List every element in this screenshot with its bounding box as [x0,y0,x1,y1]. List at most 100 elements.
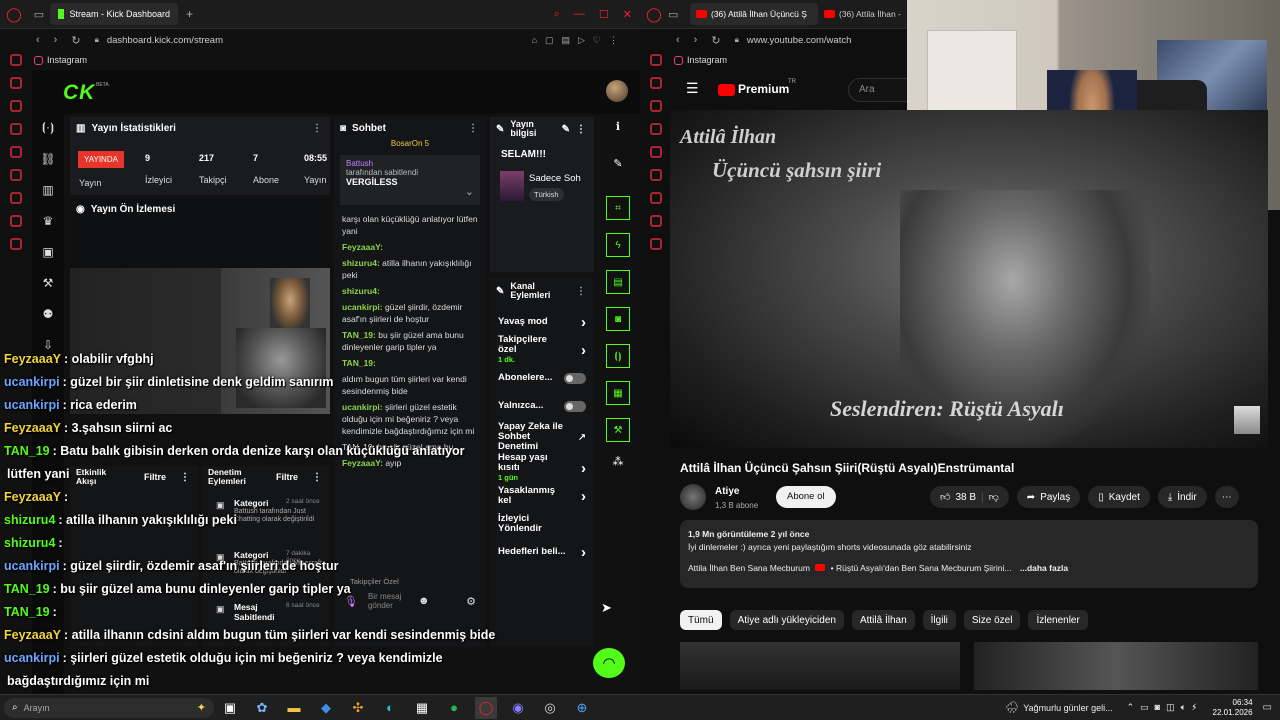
channel-action-item[interactable]: Yalnızca... [490,392,594,420]
users-icon[interactable]: ⚉ [43,307,54,321]
show-more-link[interactable]: ...daha fazla [1020,563,1068,573]
avatar[interactable] [606,80,628,102]
ai-icon[interactable] [650,54,662,66]
clip-button[interactable]: ▦ [606,381,630,405]
channel-action-item[interactable]: Hedefleri beli... › [490,538,594,566]
instagram-bookmark[interactable]: Instagram [687,55,727,65]
settings-icon[interactable] [650,238,662,250]
chat-username[interactable]: shizuru4: [342,258,380,268]
pinned-message[interactable]: Battush tarafından sabitlendi VERGİLESS … [340,155,480,205]
stream-icon[interactable]: ⦗·⦘ [42,120,54,135]
forward-icon[interactable]: › [694,34,698,46]
reload-icon[interactable]: ↻ [71,34,80,47]
ai-icon[interactable] [10,77,22,89]
m-icon[interactable] [10,123,22,135]
description-link[interactable]: Attila İlhan Ben Sana Mecburum [688,563,810,573]
tab-youtube-2[interactable]: (36) Attila İlhan - [818,3,908,25]
stats-menu-icon[interactable]: ⋮ [312,123,322,134]
minimize-button[interactable]: — [574,8,585,20]
search-tabs-icon[interactable]: ⌕ [554,8,560,21]
link-icon[interactable]: ⛓︎ [40,152,55,166]
app-store-icon[interactable]: ▦ [411,697,433,719]
video-icon[interactable]: ▣ [42,245,53,259]
bolt-button[interactable]: ϟ [606,233,630,257]
back-icon[interactable]: ‹ [676,34,680,46]
channel-action-item[interactable]: Hesap yaşı kısıtı 1 gün › [490,453,594,483]
category-name[interactable]: Sadece Soh [529,173,581,184]
spotify-icon[interactable]: ● [443,697,465,719]
obs-icon[interactable]: ◎ [539,697,561,719]
edit-icon[interactable]: ✎ [562,124,570,135]
tab-kick-dashboard[interactable]: Stream - Kick Dashboard [50,3,178,25]
instagram-bookmark[interactable]: Instagram [47,55,87,65]
m-icon[interactable] [650,123,662,135]
share-button[interactable]: ➦ Paylaş [1016,486,1081,508]
subscribe-button[interactable]: Abone ol [776,486,836,508]
chevron-right-icon[interactable]: › [581,314,586,331]
broadcast-button[interactable]: ⦗⦘ [606,344,630,368]
related-video-thumb-1[interactable] [680,642,960,690]
forward-icon[interactable]: › [54,34,58,46]
pencil-icon[interactable]: ✎ [600,157,636,170]
tools-button[interactable]: ⚒︎ [606,418,630,442]
opera-logo-icon[interactable]: ◯ [640,6,668,23]
external-link-icon[interactable]: ↗ [578,432,586,443]
more-actions-button[interactable]: ⋯ [1214,486,1239,508]
actions-menu-icon[interactable]: ⋮ [576,286,586,297]
player-icon[interactable] [10,146,22,158]
mod-icon[interactable]: ⁂ [600,455,636,468]
ai-icon[interactable] [10,54,22,66]
description-box[interactable]: 1,9 Mn görüntüleme 2 yıl önce İyi dinlem… [680,520,1258,588]
url-field[interactable]: dashboard.kick.com/stream [107,35,223,46]
scan-button[interactable]: ⌗ [606,196,630,220]
extension-icon[interactable] [10,215,22,227]
channel-avatar[interactable] [680,484,706,510]
file-explorer-icon[interactable]: ▬ [283,697,305,719]
filter-chip[interactable]: İlgili [922,610,956,630]
extension-icon[interactable] [650,215,662,227]
maximize-button[interactable]: ☐ [599,8,609,21]
filter-chip[interactable]: Attilâ İlhan [851,610,915,630]
back-icon[interactable]: ‹ [36,34,40,46]
tab-youtube-1[interactable]: (36) Attilâ İlhan Üçüncü Ş [690,3,818,25]
taskbar-search[interactable]: ⌕ Arayın ✦ [4,697,214,718]
app-icon[interactable]: ✣ [347,697,369,719]
chevron-right-icon[interactable]: › [581,342,586,359]
note-button[interactable]: ▤ [606,270,630,294]
channel-action-item[interactable]: İzleyici Yönlendir [490,510,594,538]
chevron-down-icon[interactable]: ⌄ [465,185,474,198]
description-link-2[interactable]: • Rüştü Asyalı'dan Ben Sana Mecburum Şii… [831,563,1012,573]
channel-action-item[interactable]: Abonelere... [490,364,594,392]
settings-icon[interactable] [10,238,22,250]
youtube-premium-logo[interactable]: Premium [738,82,789,96]
filter-chip[interactable]: İzlenenler [1028,610,1088,630]
tray-icons[interactable]: ⌃▭◙◫🔈︎⚡︎ [1127,702,1203,713]
channel-action-item[interactable]: Yavaş mod › [490,308,594,336]
weather-text[interactable]: Yağmurlu günler geli... [1023,703,1112,713]
like-button[interactable]: 👍︎ 38 B | 👎︎ [930,486,1009,508]
messenger-icon[interactable] [650,100,662,112]
chat-button[interactable]: ◙ [606,307,630,331]
history-icon[interactable] [650,169,662,181]
save-button[interactable]: ▯ Kaydet [1088,486,1150,508]
task-view-icon[interactable]: ▣ [219,697,241,719]
chevron-right-icon[interactable]: › [581,544,586,561]
new-tab-button[interactable]: + [186,7,193,21]
ai-icon[interactable] [650,77,662,89]
download-button[interactable]: ⤓ İndir [1157,486,1207,508]
reload-icon[interactable]: ↻ [711,34,720,47]
support-bubble[interactable]: ◠ [593,648,625,678]
opera-icon[interactable]: ◯ [475,696,497,719]
chat-username[interactable]: shizuru4: [342,286,380,296]
info-icon[interactable]: ℹ︎ [600,120,636,133]
chart-icon[interactable]: ▥ [42,183,53,197]
youtube-logo-icon[interactable] [718,84,735,96]
filter-chip[interactable]: Size özel [963,610,1021,630]
related-video-thumb-2[interactable] [974,642,1258,690]
browser-icon[interactable]: ⊕ [571,697,593,719]
info-menu-icon[interactable]: ⋮ [576,124,586,135]
channel-action-item[interactable]: Takipçilere özel 1 dk. › [490,335,594,365]
chevron-right-icon[interactable]: › [581,460,586,477]
thumb-down-icon[interactable]: 👎︎ [989,491,999,503]
messenger-icon[interactable] [10,100,22,112]
